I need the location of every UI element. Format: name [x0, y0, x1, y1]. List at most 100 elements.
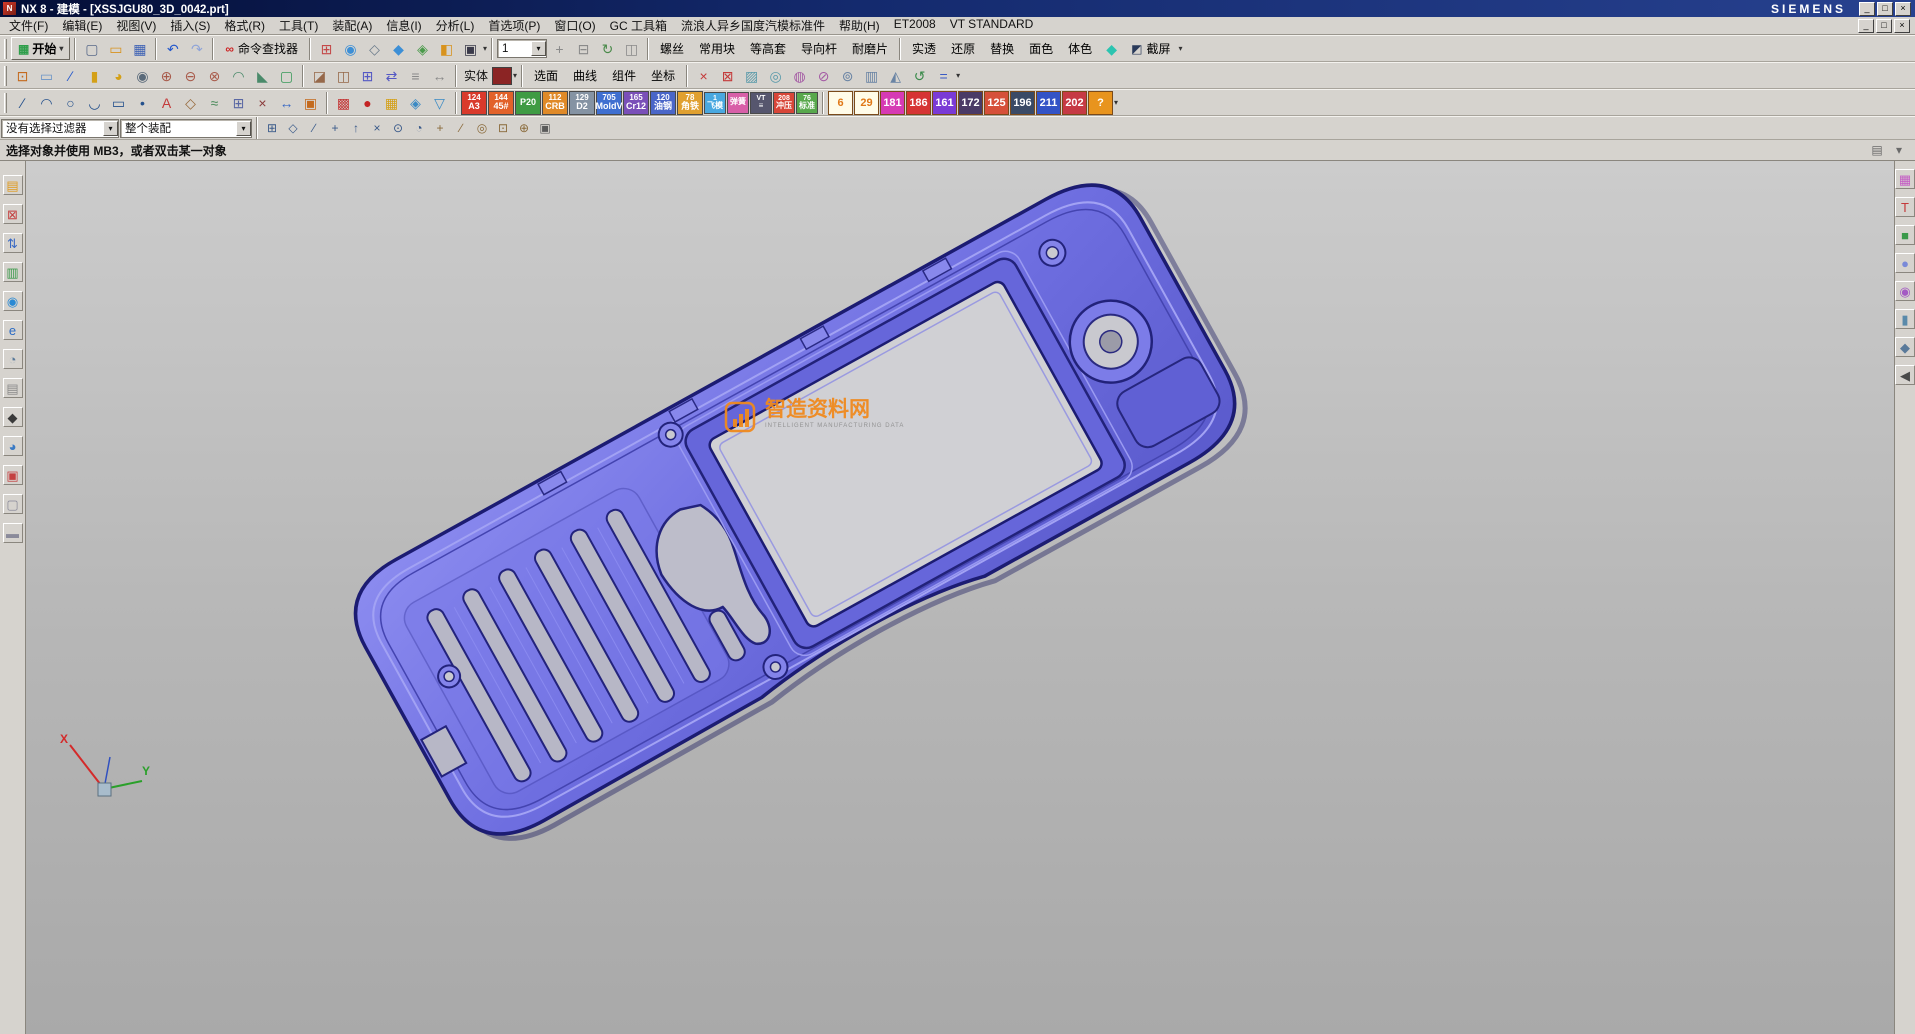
perspective-view-icon[interactable]: ◫ [620, 37, 643, 60]
part-navigator-icon[interactable]: ⇅ [3, 233, 23, 253]
zoom-view-icon[interactable]: ⊟ [572, 37, 595, 60]
shaded-ball-icon[interactable]: ● [1895, 253, 1915, 273]
point-on-face-icon[interactable]: ◎ [472, 118, 492, 138]
face-analysis-icon[interactable]: ◧ [435, 37, 458, 60]
menu-auto-mold-standard-parts[interactable]: 流浪人异乡国度汽模标准件 [674, 16, 832, 35]
text-tool-icon[interactable]: A [155, 91, 178, 114]
system-scene-icon[interactable]: ▣ [3, 465, 23, 485]
assembly-navigator-icon[interactable]: ▤ [3, 175, 23, 195]
intersection-icon[interactable]: × [367, 118, 387, 138]
mdi-close-button[interactable]: × [1894, 19, 1910, 33]
menu-view[interactable]: 视图(V) [109, 16, 163, 35]
menu-window[interactable]: 窗口(O) [547, 16, 602, 35]
isometric-view-icon[interactable]: ◆ [387, 37, 410, 60]
restore-button[interactable]: 还原 [944, 38, 982, 60]
color-swatch-6[interactable]: 6 [828, 91, 853, 115]
wave-link-icon[interactable]: ▨ [740, 64, 763, 87]
menu-help[interactable]: 帮助(H) [832, 16, 887, 35]
finish-sketch-icon[interactable]: ▣ [299, 91, 322, 114]
open-file-icon[interactable]: ▭ [104, 37, 127, 60]
mdi-restore-button[interactable]: □ [1876, 19, 1892, 33]
reuse-library-icon[interactable]: ▥ [3, 262, 23, 282]
chevron-down-icon[interactable]: ▾ [531, 41, 546, 56]
replace-button[interactable]: 替换 [983, 38, 1021, 60]
material-120-oil-steel[interactable]: 120 油钢 [650, 91, 676, 115]
hole-icon[interactable]: ◉ [131, 64, 154, 87]
trimetric-view-icon[interactable]: ◈ [411, 37, 434, 60]
color-swatch-196[interactable]: 196 [1010, 91, 1035, 115]
move-object-icon[interactable]: ⊚ [836, 64, 859, 87]
pan-view-icon[interactable]: + [548, 37, 571, 60]
quick-trim-icon[interactable]: × [251, 91, 274, 114]
chevron-down-icon[interactable]: ▾ [483, 44, 487, 53]
color-swatch-help[interactable]: ? [1088, 91, 1113, 115]
start-button[interactable]: ▦ 开始 ▾ [11, 37, 70, 60]
material-124-a3[interactable]: 124 A3 [461, 91, 487, 115]
intersect-icon[interactable]: ⊗ [203, 64, 226, 87]
datum-csys-icon[interactable]: ⊡ [11, 64, 34, 87]
mold-csys-icon[interactable]: ▩ [332, 91, 355, 114]
material-1-feimo[interactable]: 1 飞模 [704, 92, 726, 114]
window-close-button[interactable]: × [1895, 2, 1911, 16]
color-swatch-125[interactable]: 125 [984, 91, 1009, 115]
menu-assemblies[interactable]: 装配(A) [325, 16, 379, 35]
toolbar-grip[interactable] [4, 39, 7, 59]
snap-settings-icon[interactable]: ▣ [535, 118, 555, 138]
guide-pillar-button[interactable]: 导向杆 [794, 38, 844, 60]
revolve-icon[interactable]: ◕ [107, 64, 130, 87]
parting-icon[interactable]: ◈ [404, 91, 427, 114]
menu-edit[interactable]: 编辑(E) [55, 16, 109, 35]
rectangle-icon[interactable]: ▭ [107, 91, 130, 114]
menu-format[interactable]: 格式(R) [217, 16, 272, 35]
roles-icon[interactable]: ◕ [3, 436, 23, 456]
enable-snap-icon[interactable]: ◇ [283, 118, 303, 138]
screw-button[interactable]: 螺丝 [653, 38, 691, 60]
face-color-button[interactable]: 面色 [1022, 38, 1060, 60]
edge-blend-icon[interactable]: ◠ [227, 64, 250, 87]
contour-sleeve-button[interactable]: 等高套 [743, 38, 793, 60]
pattern-feature-icon[interactable]: ⊞ [356, 64, 379, 87]
redo-icon[interactable]: ↷ [185, 37, 208, 60]
window-minimize-button[interactable]: _ [1859, 2, 1875, 16]
solid-color-swatch[interactable] [492, 67, 512, 85]
part-model[interactable] [26, 161, 1894, 1034]
material-129-d2[interactable]: 129 D2 [569, 91, 595, 115]
layer-combo[interactable]: 1 ▾ [497, 39, 547, 58]
refresh-display-icon[interactable]: ↺ [908, 64, 931, 87]
new-file-icon[interactable]: ▢ [80, 37, 103, 60]
menu-vt-standard[interactable]: VT STANDARD [943, 16, 1041, 35]
component-button[interactable]: 组件 [605, 65, 643, 87]
subtract-icon[interactable]: ⊖ [179, 64, 202, 87]
graphics-window[interactable]: 智造资料网 INTELLIGENT MANUFACTURING DATA X Y [26, 161, 1894, 1034]
delete-face-icon[interactable]: × [692, 64, 715, 87]
translucent-button[interactable]: 实透 [905, 38, 943, 60]
render-style-dropdown[interactable]: ▣ [459, 37, 482, 60]
csys-button[interactable]: 坐标 [644, 65, 682, 87]
material-76-standard[interactable]: 76 标准 [796, 92, 818, 114]
material-165-cr12[interactable]: 165 Cr12 [623, 91, 649, 115]
fit-view-icon[interactable]: ⊞ [315, 37, 338, 60]
split-body-icon[interactable]: ◫ [332, 64, 355, 87]
datum-plane-icon[interactable]: ▭ [35, 64, 58, 87]
menu-gc-toolbox[interactable]: GC 工具箱 [603, 16, 674, 35]
selection-filter-combo[interactable]: 没有选择过滤器 ▾ [1, 119, 119, 138]
rotate-view-icon[interactable]: ↻ [596, 37, 619, 60]
hd3d-tool-icon[interactable]: ◉ [3, 291, 23, 311]
layer-settings-icon[interactable]: ▥ [860, 64, 883, 87]
pattern-curve-icon[interactable]: ⊞ [227, 91, 250, 114]
toolbar-grip[interactable] [4, 66, 7, 86]
thread-icon[interactable]: ≡ [404, 64, 427, 87]
shell-icon[interactable]: ▢ [275, 64, 298, 87]
mdi-minimize-button[interactable]: _ [1858, 19, 1874, 33]
wireframe-view-icon[interactable]: ◇ [363, 37, 386, 60]
wcs-snap-icon[interactable]: ⊕ [514, 118, 534, 138]
process-studio-icon[interactable]: ▤ [3, 378, 23, 398]
color-swatch-161[interactable]: 161 [932, 91, 957, 115]
gem-icon[interactable]: ◆ [1100, 37, 1123, 60]
chevron-down-icon[interactable]: ▾ [236, 121, 251, 136]
cylinder-icon[interactable]: ▮ [1895, 309, 1915, 329]
polygon-icon[interactable]: ◇ [179, 91, 202, 114]
mid-point-icon[interactable]: + [325, 118, 345, 138]
screenshot-button[interactable]: ◩ 截屏 [1124, 37, 1177, 60]
sphere-set-icon[interactable]: ◉ [1895, 281, 1915, 301]
